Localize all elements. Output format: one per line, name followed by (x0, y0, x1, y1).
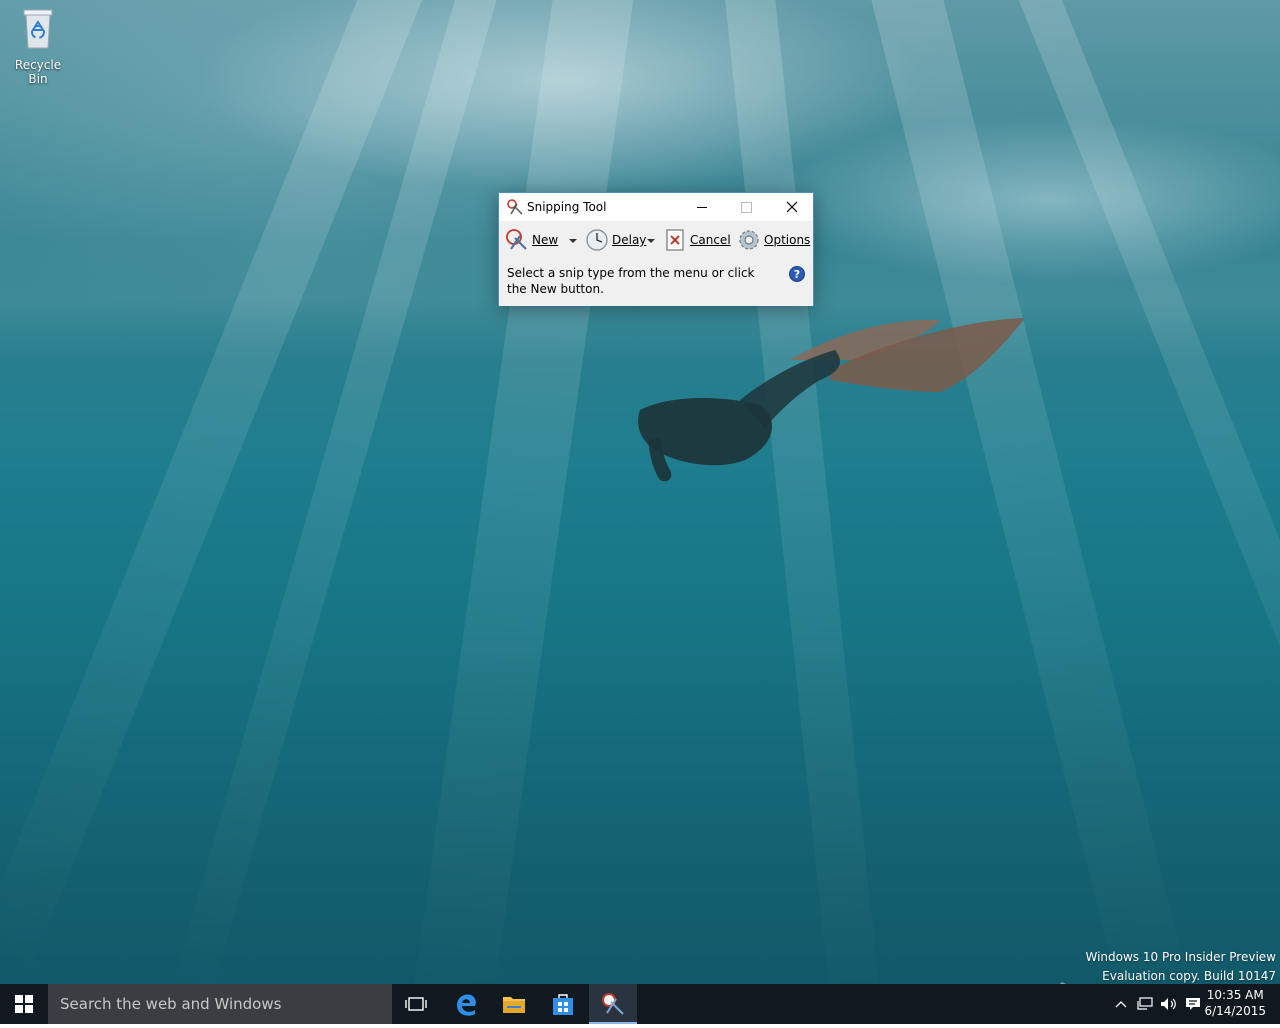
new-mode-dropdown[interactable] (569, 228, 577, 252)
folder-icon (503, 997, 525, 1013)
volume-tray-button[interactable] (1158, 984, 1180, 1024)
windows-watermark: Windows 10 Pro Insider Preview Evaluatio… (1085, 948, 1276, 986)
clock-icon (586, 229, 608, 251)
window-title: Snipping Tool (527, 200, 607, 214)
store-icon (553, 994, 573, 1015)
speaker-icon (1161, 998, 1176, 1010)
options-button-label: Options (764, 233, 811, 247)
clock-date: 6/14/2015 (1204, 1004, 1266, 1018)
maximize-button[interactable] (723, 193, 769, 221)
chevron-down-icon (647, 239, 655, 243)
minimize-button[interactable] (679, 193, 725, 221)
taskbar-store[interactable] (539, 984, 587, 1024)
taskbar-file-explorer[interactable] (490, 984, 538, 1024)
delay-dropdown[interactable] (647, 228, 655, 252)
taskbar: Search the web and Windows 10:35 AM 6/14… (0, 984, 1280, 1024)
clock-time: 10:35 AM (1206, 988, 1264, 1002)
new-button[interactable]: New (505, 228, 558, 252)
snipping-tool-icon (602, 993, 624, 1015)
search-box[interactable]: Search the web and Windows (48, 984, 392, 1024)
task-view-button[interactable] (392, 984, 440, 1024)
snipping-tool-window[interactable]: Snipping Tool New Delay Cancel Options S… (498, 192, 814, 306)
edge-icon (457, 994, 476, 1016)
taskbar-edge[interactable] (442, 984, 490, 1024)
cancel-icon (666, 229, 684, 251)
network-tray-button[interactable] (1134, 984, 1156, 1024)
status-message: Select a snip type from the menu or clic… (507, 266, 755, 296)
recycle-bin-label: Recycle Bin (14, 58, 62, 86)
light-ray (720, 0, 885, 984)
task-view-icon (405, 997, 427, 1011)
recycle-bin-icon (23, 9, 53, 49)
close-icon (786, 201, 798, 213)
desktop-icon-recycle-bin[interactable]: Recycle Bin (4, 6, 72, 86)
status-area: Select a snip type from the menu or clic… (499, 258, 813, 306)
network-icon (1137, 997, 1153, 1010)
maximize-icon (740, 201, 752, 213)
chevron-up-icon (1115, 1001, 1127, 1008)
search-placeholder: Search the web and Windows (60, 995, 282, 1013)
title-bar[interactable]: Snipping Tool (499, 193, 813, 221)
cancel-button[interactable]: Cancel (663, 228, 731, 252)
action-center-icon (1186, 998, 1200, 1010)
watermark-line-1: Windows 10 Pro Insider Preview (1085, 950, 1276, 964)
delay-button[interactable]: Delay (585, 228, 646, 252)
chevron-down-icon (569, 239, 577, 243)
show-hidden-icons-button[interactable] (1112, 984, 1130, 1024)
close-button[interactable] (769, 193, 815, 221)
start-button[interactable] (0, 984, 48, 1024)
gear-icon (739, 230, 759, 250)
taskbar-snipping-tool[interactable] (589, 984, 637, 1024)
options-button[interactable]: Options (737, 228, 810, 252)
help-icon[interactable]: ? (789, 266, 805, 282)
new-snip-icon (506, 229, 527, 250)
delay-button-label: Delay (612, 233, 647, 247)
cancel-button-label: Cancel (690, 233, 731, 247)
action-center-button[interactable] (1182, 984, 1204, 1024)
toolbar: New Delay Cancel Options (499, 221, 813, 258)
snipping-tool-icon (507, 199, 523, 215)
light-ray (861, 0, 1196, 984)
desktop-wallpaper (0, 0, 1280, 984)
new-button-label: New (532, 233, 559, 247)
clock[interactable]: 10:35 AM 6/14/2015 (1204, 987, 1266, 1019)
minimize-icon (697, 206, 707, 208)
windows-logo-icon (15, 995, 33, 1013)
